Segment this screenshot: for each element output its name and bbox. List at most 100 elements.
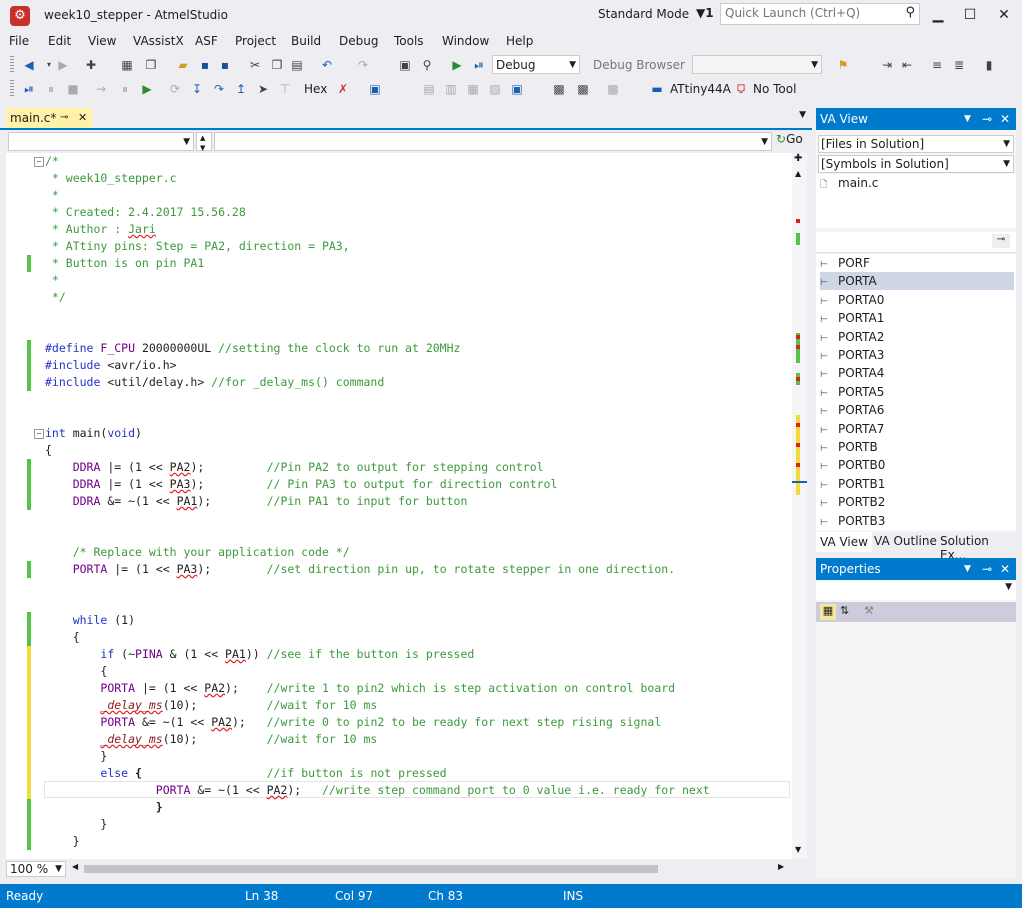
stop-icon[interactable]: ■ <box>64 80 82 98</box>
scroll-down-icon[interactable]: ▼ <box>795 845 801 854</box>
symbol-item[interactable]: ⊢ PORTA3 <box>820 346 1014 364</box>
alphabetical-icon[interactable]: ⇅ <box>840 604 849 617</box>
zoom-select[interactable]: 100 % ▼ <box>6 861 66 877</box>
windows-icon[interactable]: ▣ <box>366 80 384 98</box>
close-icon[interactable]: ✕ <box>1000 558 1010 580</box>
code-line[interactable]: * Author : Jari <box>45 221 156 238</box>
debug-browser-select[interactable]: ▼ <box>692 55 822 74</box>
symbol-item[interactable]: ⊢ PORTA2 <box>820 328 1014 346</box>
tab-main-c[interactable]: main.c* ⊸ ✕ <box>6 108 92 128</box>
symbol-filter-bar[interactable]: ⊸ <box>816 232 1016 253</box>
menu-help[interactable]: Help <box>506 34 533 48</box>
menu-project[interactable]: Project <box>235 34 276 48</box>
processor-icon[interactable]: ▧ <box>486 80 504 98</box>
menu-file[interactable]: File <box>9 34 29 48</box>
hex-toggle-button[interactable]: Hex <box>304 82 327 96</box>
atmel-logo-icon[interactable]: ⚙ <box>10 6 30 26</box>
comment-icon[interactable]: ≡ <box>928 56 946 74</box>
minimize-button[interactable]: ▁ <box>924 5 952 25</box>
quick-launch-input[interactable] <box>721 4 899 22</box>
code-line[interactable]: PORTA &= ~(1 << PA2); //write step comma… <box>45 782 710 799</box>
code-line[interactable]: DDRA |= (1 << PA2); //Pin PA2 to output … <box>45 459 544 476</box>
menu-debug[interactable]: Debug <box>339 34 378 48</box>
code-line[interactable]: _delay_ms(10); //wait for 10 ms <box>45 697 377 714</box>
step-into-icon[interactable]: ↧ <box>188 80 206 98</box>
scroll-up-icon[interactable]: ▲ <box>795 169 801 178</box>
symbol-item[interactable]: ⊢ PORTA4 <box>820 364 1014 382</box>
code-line[interactable]: PORTA |= (1 << PA3); //set direction pin… <box>45 561 675 578</box>
menu-vassistx[interactable]: VAssistX <box>133 34 184 48</box>
open-folder-icon[interactable]: ▰ <box>174 56 192 74</box>
va-find-icon[interactable]: ⚑ <box>834 56 852 74</box>
tool-icon[interactable]: 🜷 <box>732 80 750 98</box>
menu-view[interactable]: View <box>88 34 116 48</box>
code-line[interactable]: else { //if button is not pressed <box>45 765 446 782</box>
io-view-icon[interactable]: ▣ <box>508 80 526 98</box>
step-over-icon[interactable]: ↷ <box>210 80 228 98</box>
split-icon[interactable]: ✚ <box>794 153 802 164</box>
code-line[interactable]: * ATtiny pins: Step = PA2, direction = P… <box>45 238 350 255</box>
code-editor[interactable]: /* * week10_stepper.c * * Created: 2.4.2… <box>6 153 792 859</box>
tab-va-outline[interactable]: VA Outline <box>874 534 937 548</box>
find-icon[interactable]: ⚲ <box>418 56 436 74</box>
code-line[interactable]: if (~PINA & (1 << PA1)) //see if the but… <box>45 646 474 663</box>
code-line[interactable]: DDRA |= (1 << PA3); // Pin PA3 to output… <box>45 476 558 493</box>
run-to-cursor-icon[interactable]: ➤ <box>254 80 272 98</box>
configuration-select[interactable]: Debug ▼ <box>492 55 580 74</box>
code-line[interactable]: { <box>45 629 80 646</box>
indent-icon[interactable]: ⇥ <box>878 56 896 74</box>
restart-icon[interactable]: ⟳ <box>166 80 184 98</box>
tool-selector-button[interactable]: No Tool <box>753 82 796 96</box>
code-line[interactable]: * Button is on pin PA1 <box>45 255 204 272</box>
categorized-icon[interactable]: ▦ <box>820 604 836 620</box>
bookmark-icon[interactable]: ▮ <box>980 56 998 74</box>
save-icon[interactable]: ▪ <box>196 56 214 74</box>
start-debugging-icon[interactable]: ▶ <box>448 56 466 74</box>
symbol-item[interactable]: ⊢ PORF <box>820 254 1014 272</box>
back-icon[interactable]: ◀ <box>20 56 38 74</box>
symbol-item[interactable]: ⊢ PORTA7 <box>820 420 1014 438</box>
redo-icon[interactable]: ↷ <box>354 56 372 74</box>
code-line[interactable]: while (1) <box>45 612 135 629</box>
pin-icon[interactable]: ⊸ <box>982 108 992 130</box>
symbol-item[interactable]: ⊢ PORTA1 <box>820 309 1014 327</box>
horizontal-scroll-thumb[interactable] <box>84 865 658 873</box>
new-item-icon[interactable]: ❐ <box>142 56 160 74</box>
editor-vertical-scrollbar[interactable]: ✚ ▲ ▼ <box>792 153 807 859</box>
notification-flag-icon[interactable]: ▼1 <box>696 6 714 20</box>
code-line[interactable]: } <box>45 748 107 765</box>
code-line[interactable]: { <box>45 442 52 459</box>
menu-tools[interactable]: Tools <box>394 34 424 48</box>
menu-build[interactable]: Build <box>291 34 321 48</box>
symbol-item[interactable]: ⊢ PORTB1 <box>820 475 1014 493</box>
code-line[interactable]: * <box>45 187 59 204</box>
continue-icon[interactable]: ▶ <box>138 80 156 98</box>
object-select[interactable]: ▼ <box>816 582 1016 600</box>
code-line[interactable]: * week10_stepper.c <box>45 170 177 187</box>
device-programming-icon[interactable]: ▩ <box>550 80 568 98</box>
code-line[interactable]: } <box>45 833 80 850</box>
device-icon[interactable]: ▬ <box>648 80 666 98</box>
code-line[interactable]: #include <util/delay.h> //for _delay_ms(… <box>45 374 384 391</box>
pause-icon[interactable]: ⏸ <box>42 80 60 98</box>
menu-edit[interactable]: Edit <box>48 34 71 48</box>
code-line[interactable]: /* <box>45 153 59 170</box>
code-line[interactable]: _delay_ms(10); //wait for 10 ms <box>45 731 377 748</box>
tab-va-view[interactable]: VA View <box>816 532 872 552</box>
solution-explorer-icon[interactable]: ▣ <box>396 56 414 74</box>
context-select[interactable]: ▼ <box>8 132 194 151</box>
chip-icon[interactable]: ▩ <box>574 80 592 98</box>
undo-icon[interactable]: ↶ <box>318 56 336 74</box>
tab-list-chevron-icon[interactable]: ▼ <box>799 110 806 120</box>
device-selector-button[interactable]: ATtiny44A <box>670 82 731 96</box>
cut-icon[interactable]: ✂ <box>246 56 264 74</box>
close-icon[interactable]: ✕ <box>1000 108 1010 130</box>
paste-icon[interactable]: ▤ <box>288 56 306 74</box>
new-project-icon[interactable]: ✚ <box>82 56 100 74</box>
code-line[interactable]: /* Replace with your application code */ <box>45 544 350 561</box>
attach-icon[interactable]: ⏯ <box>20 80 38 98</box>
forward-icon[interactable]: ▶ <box>54 56 72 74</box>
code-line[interactable]: int main(void) <box>45 425 142 442</box>
code-line[interactable]: */ <box>45 289 66 306</box>
symbol-item[interactable]: ⊢ PORTA0 <box>820 291 1014 309</box>
